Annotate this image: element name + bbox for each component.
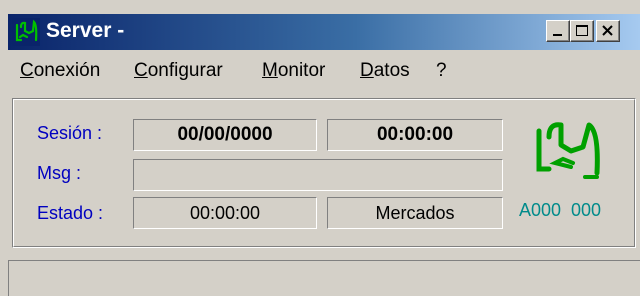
estado-time-field: 00:00:00 bbox=[133, 197, 317, 229]
sesion-label: Sesión : bbox=[37, 123, 103, 143]
menu-datos[interactable]: Datos bbox=[360, 60, 410, 82]
maximize-icon bbox=[576, 25, 588, 36]
estado-value-field: Mercados bbox=[327, 197, 503, 229]
title-bar[interactable]: Server - bbox=[8, 14, 640, 50]
menu-configurar[interactable]: Configurar bbox=[134, 60, 223, 82]
estado-label: Estado : bbox=[37, 203, 104, 223]
server-window: Server - Conexión Configurar Monitor Dat… bbox=[0, 0, 640, 296]
minimize-icon bbox=[553, 34, 562, 36]
server-logo-icon bbox=[536, 122, 600, 179]
main-panel: Sesión : Msg : Estado : 00/00/0000 00:00… bbox=[12, 98, 636, 248]
minimize-button[interactable] bbox=[546, 20, 570, 42]
sesion-date-field: 00/00/0000 bbox=[133, 119, 317, 151]
menu-help[interactable]: ? bbox=[436, 60, 447, 82]
menu-monitor[interactable]: Monitor bbox=[262, 60, 325, 82]
maximize-button[interactable] bbox=[570, 20, 594, 42]
window-title: Server - bbox=[46, 19, 125, 42]
status-bar bbox=[8, 260, 640, 296]
menu-conexion[interactable]: Conexión bbox=[20, 60, 100, 82]
close-icon bbox=[602, 25, 613, 36]
server-code: A000 000 bbox=[519, 200, 602, 220]
sesion-time-field: 00:00:00 bbox=[327, 119, 503, 151]
server-app-icon bbox=[12, 18, 40, 46]
msg-field bbox=[133, 159, 503, 191]
msg-label: Msg : bbox=[37, 163, 82, 183]
menu-bar: Conexión Configurar Monitor Datos ? bbox=[8, 54, 640, 90]
close-button[interactable] bbox=[596, 20, 620, 42]
